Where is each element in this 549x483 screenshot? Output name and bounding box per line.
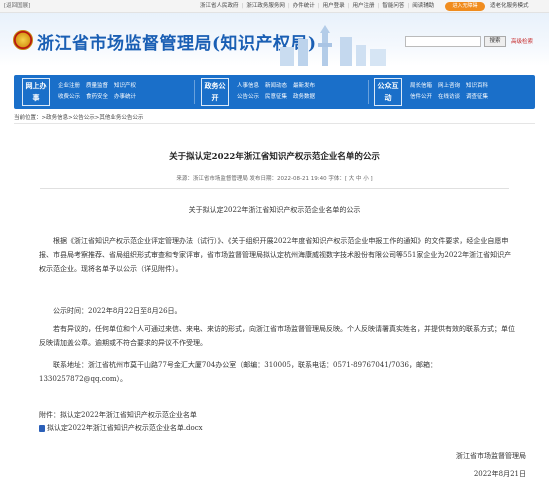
nav-block-gov-open[interactable]: 政务公开 xyxy=(201,78,229,106)
signature-date: 2022年8月21日 xyxy=(473,470,526,478)
nav-item[interactable]: 最新发布 xyxy=(293,81,315,92)
paragraph-period: 公示时间：2022年8月22日至8月26日。 xyxy=(53,307,182,315)
nav-item[interactable]: 办事统计 xyxy=(114,92,136,103)
attachment-label: 附件：拟认定2022年浙江省知识产权示范企业名单 xyxy=(39,411,197,419)
nav-item[interactable]: 网上咨询 xyxy=(438,81,460,92)
nav-item[interactable]: 知识百科 xyxy=(466,81,488,92)
nav-item[interactable]: 知识产权 xyxy=(114,81,136,92)
top-link-register[interactable]: 用户注册 xyxy=(353,0,375,12)
nav-group-public-interaction: 局长信箱 信件公开 网上咨询 在线访谈 知识百科 调查征集 xyxy=(410,81,488,103)
top-utility-bar: [返回国展] 浙江省人民政府 | 浙江政务服务网 | 办件统计 | 用户登录 | 用户注… xyxy=(0,0,549,13)
nav-item[interactable]: 人事信息 xyxy=(237,81,259,92)
nav-item[interactable]: 新闻动态 xyxy=(265,81,287,92)
nav-divider xyxy=(194,80,195,104)
advanced-search-link[interactable]: 高级检索 xyxy=(511,37,533,45)
top-link-reading-aid[interactable]: 阅读辅助 xyxy=(412,0,434,12)
main-nav: 网上办事 企业注册 收费公示 质量监督 食药安全 知识产权 办事统计 政务公开 … xyxy=(14,75,535,109)
nav-item[interactable]: 信件公开 xyxy=(410,92,432,103)
article-subtitle: 关于拟认定2022年浙江省知识产权示范企业名单的公示 xyxy=(188,206,361,214)
elder-mode-link[interactable]: 适老化服务模式 xyxy=(490,0,529,12)
top-link-service-net[interactable]: 浙江政务服务网 xyxy=(246,0,285,12)
signature-org: 浙江省市场监督管理局 xyxy=(456,452,526,460)
nav-item[interactable]: 收费公示 xyxy=(58,92,80,103)
top-links: 浙江省人民政府 | 浙江政务服务网 | 办件统计 | 用户登录 | 用户注册 | 智能问答… xyxy=(200,0,434,12)
nav-item[interactable]: 企业注册 xyxy=(58,81,80,92)
article-meta: 来源：浙江省市场监督管理局 发布日期：2022-08-21 19:40 字体：[… xyxy=(176,176,373,182)
search-button[interactable]: 搜索 xyxy=(484,36,506,47)
attachment-filename: 拟认定2022年浙江省知识产权示范企业名单.docx xyxy=(47,424,203,432)
back-link[interactable]: [返回国展] xyxy=(4,0,30,12)
nav-item[interactable]: 在线访谈 xyxy=(438,92,460,103)
attachment-row: 拟认定2022年浙江省知识产权示范企业名单.docx xyxy=(39,423,439,434)
attachment-download-link[interactable]: 拟认定2022年浙江省知识产权示范企业名单.docx xyxy=(39,423,439,434)
meta-divider xyxy=(40,188,509,189)
nav-item[interactable]: 质量监督 xyxy=(86,81,108,92)
skyline-decoration xyxy=(280,25,386,66)
article-title: 关于拟认定2022年浙江省知识产权示范企业名单的公示 xyxy=(169,152,380,162)
docx-file-icon xyxy=(39,425,45,432)
nav-divider xyxy=(368,80,369,104)
national-emblem-icon xyxy=(13,30,33,50)
paragraph-basis: 根据《浙江省知识产权示范企业评定管理办法（试行）》、《关于组织开展2022年度省… xyxy=(39,237,512,273)
top-link-zj-gov[interactable]: 浙江省人民政府 xyxy=(200,0,239,12)
nav-item[interactable]: 局长信箱 xyxy=(410,81,432,92)
nav-item[interactable]: 调查征集 xyxy=(466,92,488,103)
nav-block-online-service[interactable]: 网上办事 xyxy=(22,78,50,106)
search-input[interactable] xyxy=(405,36,481,47)
nav-block-public-interaction[interactable]: 公众互动 xyxy=(374,78,402,106)
nav-item[interactable]: 民意征集 xyxy=(265,92,287,103)
paragraph-objection: 若有异议的，任何单位和个人可通过来信、来电、来访的形式，向浙江省市场监督管理局反… xyxy=(39,325,515,347)
top-link-stats[interactable]: 办件统计 xyxy=(293,0,315,12)
nav-group-gov-open: 人事信息 公告公示 新闻动态 民意征集 最新发布 政务数据 xyxy=(237,81,315,103)
accessibility-button[interactable]: 进入无障碍 xyxy=(445,2,485,11)
top-link-qa[interactable]: 智能问答 xyxy=(382,0,404,12)
nav-item[interactable]: 政务数据 xyxy=(293,92,315,103)
nav-group-online-service: 企业注册 收费公示 质量监督 食药安全 知识产权 办事统计 xyxy=(58,81,136,103)
breadcrumb[interactable]: 当前位置：>政务信息>公告公示>其他业务公告公示 xyxy=(14,113,535,124)
nav-item[interactable]: 食药安全 xyxy=(86,92,108,103)
nav-item[interactable]: 公告公示 xyxy=(237,92,259,103)
top-link-login[interactable]: 用户登录 xyxy=(323,0,345,12)
site-banner: 浙江省市场监督管理局(知识产权局) 搜索 高级检索 xyxy=(0,13,549,66)
paragraph-contact: 联系地址：浙江省杭州市莫干山路77号金汇大厦704办公室（邮编：310005，联… xyxy=(39,361,437,383)
